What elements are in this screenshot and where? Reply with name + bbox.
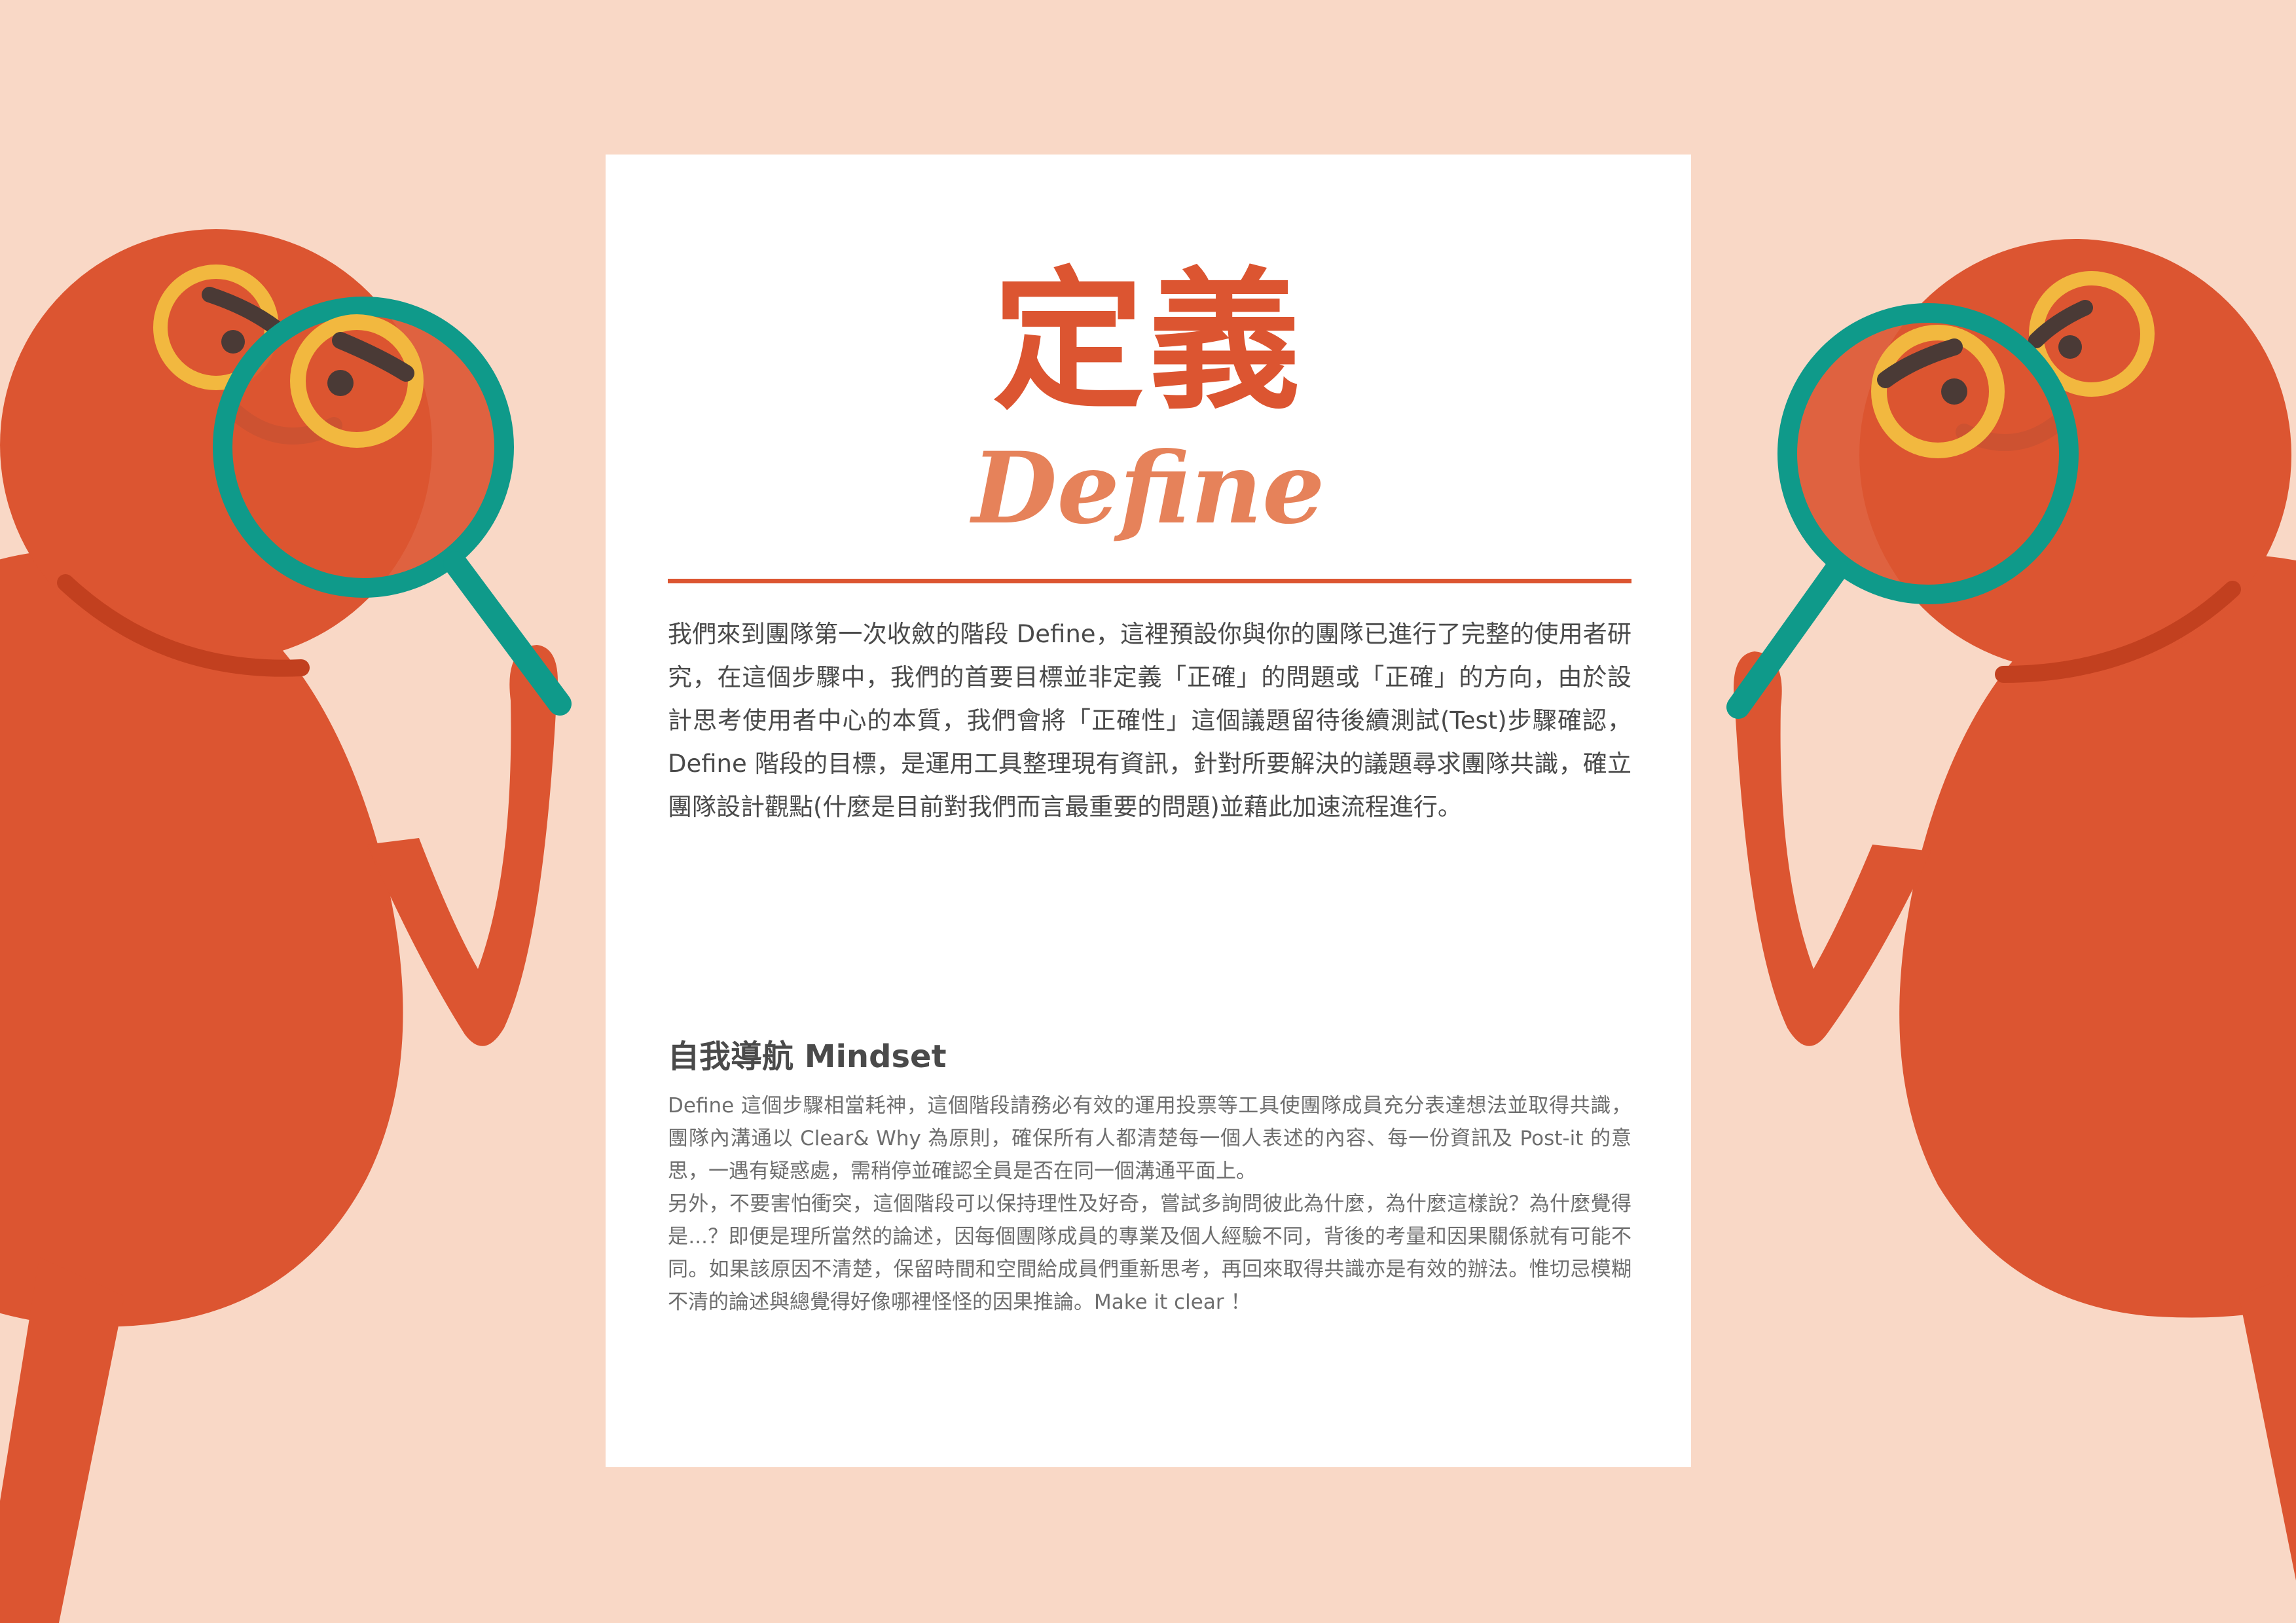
content-card: 定義 Define 我們來到團隊第一次收斂的階段 Define，這裡預設你與你的…	[606, 155, 1691, 1467]
title-chinese: 定義	[992, 251, 1304, 430]
title-divider	[668, 579, 1631, 583]
mindset-paragraph-2: 另外，不要害怕衝突，這個階段可以保持理性及好奇，嘗試多詢問彼此為什麼，為什麼這樣…	[668, 1192, 1631, 1314]
left-character-illustration	[0, 229, 572, 1623]
mindset-paragraph-1: Define 這個步驟相當耗神，這個階段請務必有效的運用投票等工具使團隊成員充分…	[668, 1094, 1631, 1183]
intro-paragraph: 我們來到團隊第一次收斂的階段 Define，這裡預設你與你的團隊已進行了完整的使…	[668, 620, 1631, 821]
title-english: Define	[972, 431, 1325, 546]
right-character-illustration	[1726, 239, 2296, 1581]
mindset-heading: 自我導航 Mindset	[668, 1038, 947, 1075]
